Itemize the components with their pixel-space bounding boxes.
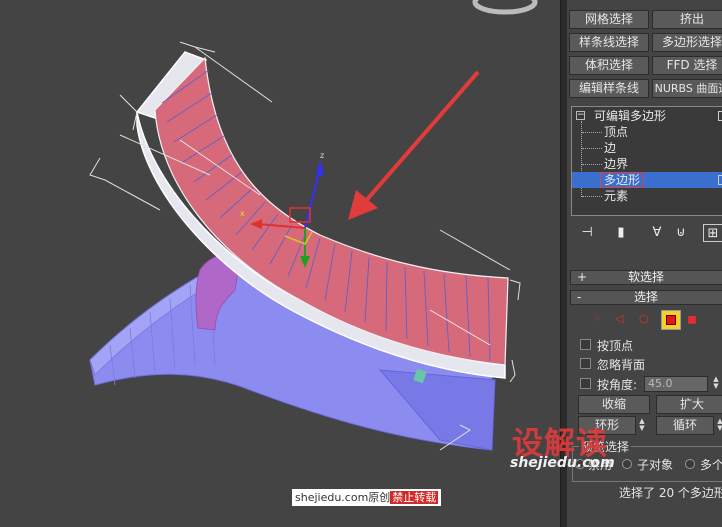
edge-mode-icon[interactable]: ◁	[615, 312, 629, 326]
collapse-icon[interactable]: −	[576, 111, 585, 120]
stack-item-element[interactable]: 元素	[572, 188, 722, 204]
stack-item-label: 多边形	[600, 172, 645, 188]
svg-text:z: z	[320, 151, 324, 160]
stack-root-label: 可编辑多边形	[594, 109, 667, 123]
stack-root-editable-poly[interactable]: − 可编辑多边形	[572, 108, 722, 124]
rollout-title: 选择	[633, 290, 658, 304]
copyright-caption: shejiedu.com原创 禁止转载	[292, 489, 442, 506]
configure-sets-icon[interactable]: ⊞	[703, 224, 722, 242]
stack-toggle-icon[interactable]	[718, 175, 722, 185]
preview-multi-radio[interactable]	[685, 459, 695, 469]
stack-item-border[interactable]: 边界	[572, 156, 722, 172]
selection-status-text: 选择了 20 个多边形	[619, 486, 722, 500]
by-angle-label: 按角度:	[597, 378, 638, 392]
nurbs-surface-button[interactable]: NURBS 曲面选	[652, 79, 722, 98]
mesh-select-button[interactable]: 网格选择	[569, 10, 649, 29]
stack-item-label: 边	[604, 141, 617, 155]
rollout-title: 软选择	[627, 270, 664, 284]
edit-spline-button[interactable]: 编辑样条线	[569, 79, 649, 98]
stack-item-label: 元素	[604, 189, 629, 203]
stack-item-vertex[interactable]: 顶点	[572, 124, 722, 140]
ring-spinner[interactable]: ▲ ▼	[638, 418, 646, 434]
grow-button[interactable]: 扩大	[656, 395, 722, 414]
preview-subobject-radio[interactable]	[622, 459, 632, 469]
extrude-button[interactable]: 挤出	[652, 10, 722, 29]
loop-spinner[interactable]: ▲ ▼	[716, 418, 722, 434]
border-mode-icon[interactable]: ○	[639, 312, 653, 326]
vertex-mode-icon[interactable]: ⁘	[593, 312, 607, 326]
stack-toggle-icon[interactable]	[718, 111, 722, 121]
svg-text:x: x	[240, 209, 245, 218]
annotation-arrow	[348, 70, 480, 220]
remove-modifier-icon[interactable]: ⊍	[671, 224, 691, 242]
spline-select-button[interactable]: 样条线选择	[569, 33, 649, 52]
stack-item-label: 边界	[604, 157, 629, 171]
show-end-result-icon[interactable]: ▮	[611, 224, 631, 242]
caption-main: shejiedu.com原创	[295, 491, 391, 504]
selection-rollout[interactable]: - 选择	[570, 290, 722, 305]
stack-item-polygon[interactable]: 多边形	[572, 172, 722, 188]
stack-item-label: 顶点	[604, 125, 629, 139]
modifier-stack-list[interactable]: − 可编辑多边形 顶点 边 边界 多边形 元素	[571, 106, 722, 216]
by-vertex-label: 按顶点	[597, 339, 634, 353]
perspective-viewport[interactable]: z x	[0, 0, 560, 527]
ignore-backfacing-checkbox[interactable]	[580, 358, 591, 369]
preview-multi-label: 多个	[700, 458, 722, 472]
loop-button[interactable]: 循环	[656, 416, 714, 435]
by-vertex-checkbox[interactable]	[580, 339, 591, 350]
ignore-backfacing-label: 忽略背面	[597, 358, 646, 372]
polygon-mode-icon[interactable]	[661, 310, 681, 330]
watermark-url: shejiedu.com	[510, 455, 615, 471]
soft-selection-rollout[interactable]: + 软选择	[570, 270, 722, 285]
stack-item-edge[interactable]: 边	[572, 140, 722, 156]
angle-input[interactable]: 45.0	[644, 376, 708, 392]
viewcube-ring	[472, 0, 538, 15]
shrink-button[interactable]: 收缩	[578, 395, 650, 414]
make-unique-icon[interactable]: ∀	[647, 224, 667, 242]
viewport-scene: z x	[89, 0, 538, 451]
pin-stack-icon[interactable]: ⊣	[577, 224, 597, 242]
poly-select-button[interactable]: 多边形选择	[652, 33, 722, 52]
by-angle-checkbox[interactable]	[580, 378, 591, 389]
angle-spinner[interactable]: ▲ ▼	[712, 376, 720, 392]
preview-subobject-label: 子对象	[637, 458, 674, 472]
ffd-select-button[interactable]: FFD 选择	[652, 56, 722, 75]
element-mode-icon[interactable]: ◼	[687, 312, 701, 326]
volume-select-button[interactable]: 体积选择	[569, 56, 649, 75]
caption-warning: 禁止转载	[390, 491, 439, 504]
